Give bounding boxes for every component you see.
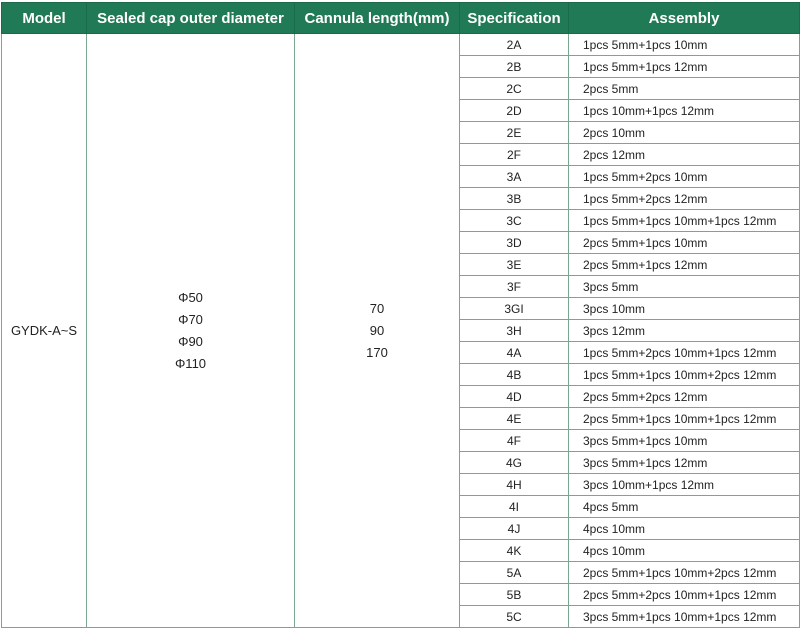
assembly-cell: 2pcs 5mm+1pcs 10mm+1pcs 12mm (568, 407, 800, 430)
assembly-cell: 3pcs 5mm (568, 275, 800, 298)
assembly-cell: 1pcs 5mm+2pcs 10mm (568, 165, 800, 188)
spec-cell: 2B (459, 55, 569, 78)
assembly-cell: 2pcs 12mm (568, 143, 800, 166)
spec-cell: 3H (459, 319, 569, 342)
spec-cell: 2E (459, 121, 569, 144)
model-cell: GYDK-A~S (1, 33, 87, 628)
assembly-cell: 3pcs 5mm+1pcs 10mm+1pcs 12mm (568, 605, 800, 628)
assembly-cell: 1pcs 10mm+1pcs 12mm (568, 99, 800, 122)
assembly-cell: 4pcs 5mm (568, 495, 800, 518)
header-specification: Specification (459, 2, 569, 34)
assembly-cell: 2pcs 10mm (568, 121, 800, 144)
spec-cell: 4F (459, 429, 569, 452)
product-spec-table: Model Sealed cap outer diameter Cannula … (1, 2, 800, 628)
diameter-value: Φ110 (174, 355, 207, 371)
spec-cell: 5B (459, 583, 569, 606)
spec-cell: 4E (459, 407, 569, 430)
table-row: GYDK-A~S Φ50 Φ70 Φ90 Φ110 70 90 170 2A 1… (1, 33, 800, 628)
assembly-cell: 2pcs 5mm+2pcs 12mm (568, 385, 800, 408)
assembly-cell: 1pcs 5mm+1pcs 10mm+1pcs 12mm (568, 209, 800, 232)
spec-cell: 3A (459, 165, 569, 188)
spec-cell: 4J (459, 517, 569, 540)
cannula-cell: 70 90 170 (294, 33, 460, 628)
diameter-value: Φ50 (178, 289, 203, 305)
header-row: Model Sealed cap outer diameter Cannula … (1, 2, 800, 34)
assembly-cell: 3pcs 10mm (568, 297, 800, 320)
assembly-cell: 2pcs 5mm+1pcs 10mm+2pcs 12mm (568, 561, 800, 584)
spec-cell: 2D (459, 99, 569, 122)
header-diameter: Sealed cap outer diameter (86, 2, 295, 34)
spec-cell: 3E (459, 253, 569, 276)
diameter-cell: Φ50 Φ70 Φ90 Φ110 (86, 33, 295, 628)
spec-cell: 4A (459, 341, 569, 364)
assembly-cell: 2pcs 5mm+1pcs 10mm (568, 231, 800, 254)
spec-cell: 3C (459, 209, 569, 232)
assembly-cell: 3pcs 5mm+1pcs 12mm (568, 451, 800, 474)
assembly-cell: 1pcs 5mm+2pcs 12mm (568, 187, 800, 210)
assembly-cell: 1pcs 5mm+1pcs 12mm (568, 55, 800, 78)
diameter-value: Φ70 (178, 311, 203, 327)
assembly-cell: 2pcs 5mm (568, 77, 800, 100)
spec-cell: 2F (459, 143, 569, 166)
assembly-cell: 1pcs 5mm+1pcs 10mm (568, 33, 800, 56)
header-model: Model (1, 2, 87, 34)
header-assembly: Assembly (568, 2, 800, 34)
assembly-cell: 3pcs 5mm+1pcs 10mm (568, 429, 800, 452)
spec-cell: 2C (459, 77, 569, 100)
spec-cell: 4K (459, 539, 569, 562)
assembly-cell: 3pcs 12mm (568, 319, 800, 342)
spec-cell: 4D (459, 385, 569, 408)
assembly-cell: 4pcs 10mm (568, 517, 800, 540)
spec-cell: 3B (459, 187, 569, 210)
spec-cell: 5C (459, 605, 569, 628)
spec-cell: 4I (459, 495, 569, 518)
assembly-cell: 4pcs 10mm (568, 539, 800, 562)
table-body: GYDK-A~S Φ50 Φ70 Φ90 Φ110 70 90 170 2A 1… (1, 33, 800, 628)
assembly-cell: 2pcs 5mm+2pcs 10mm+1pcs 12mm (568, 583, 800, 606)
cannula-value: 70 (369, 300, 385, 316)
spec-cell: 3D (459, 231, 569, 254)
spec-cell: 3F (459, 275, 569, 298)
header-cannula: Cannula length(mm) (294, 2, 460, 34)
spec-cell: 3GI (459, 297, 569, 320)
table-header: Model Sealed cap outer diameter Cannula … (1, 2, 800, 34)
spec-cell: 4G (459, 451, 569, 474)
spec-cell: 4B (459, 363, 569, 386)
assembly-cell: 3pcs 10mm+1pcs 12mm (568, 473, 800, 496)
cannula-value: 170 (366, 344, 388, 360)
assembly-cell: 1pcs 5mm+2pcs 10mm+1pcs 12mm (568, 341, 800, 364)
assembly-cell: 2pcs 5mm+1pcs 12mm (568, 253, 800, 276)
diameter-value: Φ90 (178, 333, 203, 349)
spec-cell: 2A (459, 33, 569, 56)
spec-cell: 5A (459, 561, 569, 584)
spec-cell: 4H (459, 473, 569, 496)
assembly-cell: 1pcs 5mm+1pcs 10mm+2pcs 12mm (568, 363, 800, 386)
cannula-value: 90 (369, 322, 385, 338)
